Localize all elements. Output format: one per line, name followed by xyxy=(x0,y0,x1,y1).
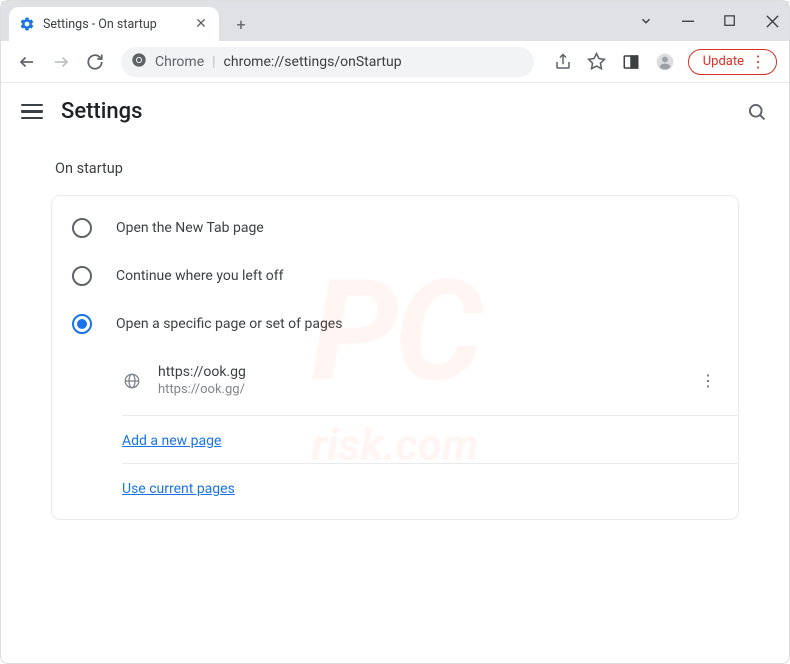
search-icon[interactable] xyxy=(745,100,769,124)
profile-icon[interactable] xyxy=(654,51,676,73)
address-divider: | xyxy=(212,54,215,70)
radio-new-tab[interactable]: Open the New Tab page xyxy=(52,204,738,252)
back-button[interactable] xyxy=(13,48,41,76)
radio-continue[interactable]: Continue where you left off xyxy=(52,252,738,300)
menu-dots-icon: ⋮ xyxy=(750,54,766,70)
radio-specific-pages[interactable]: Open a specific page or set of pages xyxy=(52,300,738,348)
radio-label: Open the New Tab page xyxy=(116,220,264,236)
browser-tab[interactable]: Settings - On startup ✕ xyxy=(9,7,219,41)
update-button[interactable]: Update ⋮ xyxy=(688,49,777,75)
radio-icon xyxy=(72,314,92,334)
side-panel-icon[interactable] xyxy=(620,51,642,73)
maximize-icon[interactable] xyxy=(721,12,739,30)
link-row: Add a new page xyxy=(122,415,738,463)
globe-icon xyxy=(122,371,142,391)
minimize-icon[interactable] xyxy=(679,12,697,30)
settings-header: Settings xyxy=(1,83,789,140)
close-tab-icon[interactable]: ✕ xyxy=(193,16,209,32)
startup-pages-section: https://ook.gg https://ook.gg/ ⋮ Add a n… xyxy=(52,348,738,511)
use-current-pages-link[interactable]: Use current pages xyxy=(122,481,235,497)
tab-title: Settings - On startup xyxy=(43,17,157,32)
link-row: Use current pages xyxy=(122,463,738,511)
startup-page-title: https://ook.gg xyxy=(158,364,682,380)
startup-page-url: https://ook.gg/ xyxy=(158,382,682,397)
update-label: Update xyxy=(703,54,744,69)
hamburger-menu-icon[interactable] xyxy=(21,101,43,123)
content-area: On startup Open the New Tab page Continu… xyxy=(1,140,789,540)
chrome-logo-icon xyxy=(131,52,147,72)
radio-icon xyxy=(72,266,92,286)
address-url: chrome://settings/onStartup xyxy=(224,54,402,70)
forward-button[interactable] xyxy=(47,48,75,76)
toolbar: Chrome | chrome://settings/onStartup Upd… xyxy=(1,41,789,83)
window-controls xyxy=(637,1,781,41)
address-bar[interactable]: Chrome | chrome://settings/onStartup xyxy=(121,47,534,77)
reload-button[interactable] xyxy=(81,48,109,76)
startup-page-entry: https://ook.gg https://ook.gg/ ⋮ xyxy=(122,354,738,407)
chevron-down-icon[interactable] xyxy=(637,12,655,30)
page-title: Settings xyxy=(61,99,142,124)
share-icon[interactable] xyxy=(552,51,574,73)
section-title: On startup xyxy=(55,160,739,177)
address-origin: Chrome xyxy=(155,54,204,70)
radio-icon xyxy=(72,218,92,238)
startup-options-card: Open the New Tab page Continue where you… xyxy=(51,195,739,520)
page-entry-menu-icon[interactable]: ⋮ xyxy=(698,371,718,391)
close-window-icon[interactable] xyxy=(763,12,781,30)
add-page-link[interactable]: Add a new page xyxy=(122,433,221,449)
new-tab-button[interactable]: + xyxy=(227,10,255,38)
star-icon[interactable] xyxy=(586,51,608,73)
radio-label: Continue where you left off xyxy=(116,268,284,284)
radio-label: Open a specific page or set of pages xyxy=(116,316,342,332)
tab-bar: Settings - On startup ✕ + xyxy=(1,1,789,41)
page-info: https://ook.gg https://ook.gg/ xyxy=(158,364,682,397)
gear-icon xyxy=(19,16,35,32)
